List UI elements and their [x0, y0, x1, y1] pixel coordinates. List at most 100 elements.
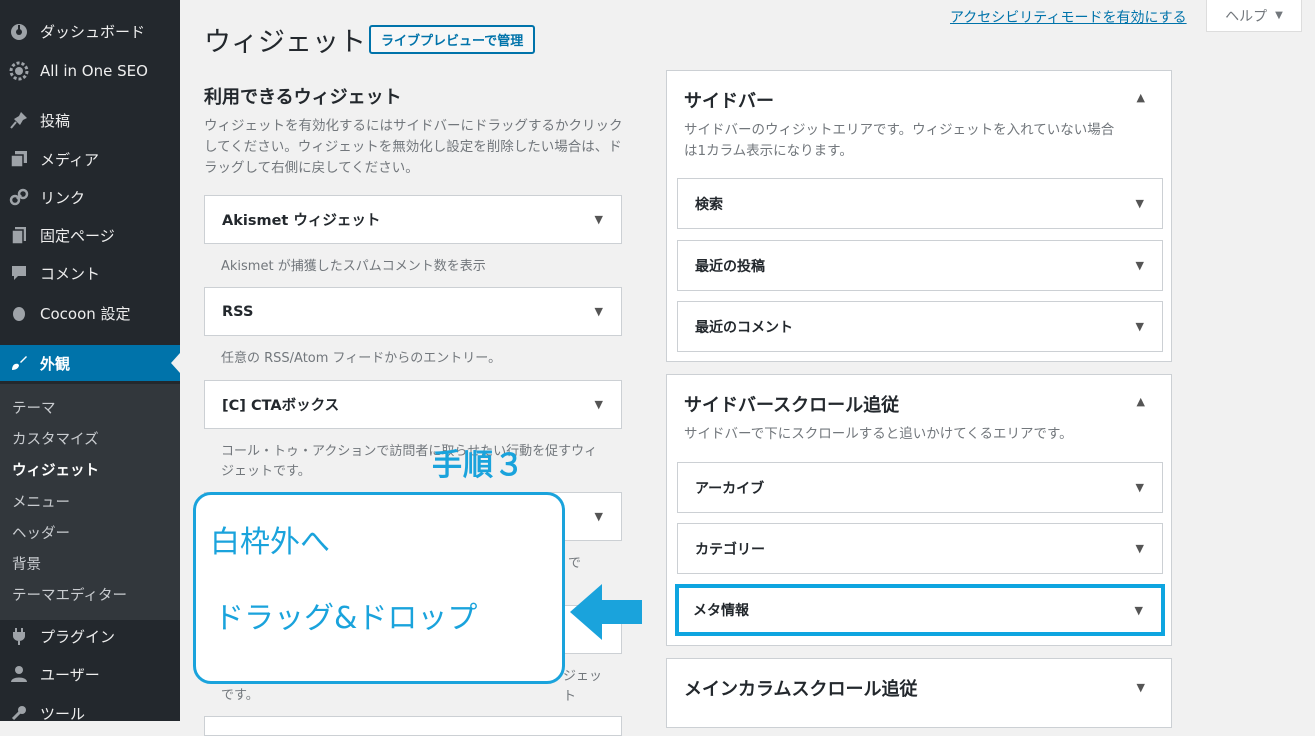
widget-area-sidebar: サイドバー ▲ サイドバーのウィジットエリアです。ウィジェットを入れていない場合… — [666, 70, 1172, 362]
sidebar-item-plugins[interactable]: プラグイン — [0, 618, 180, 654]
available-widgets-description: ウィジェットを有効化するにはサイドバーにドラッグするかクリックしてください。ウィ… — [204, 118, 623, 176]
widget-area-main-scroll: メインカラムスクロール追従 ▼ — [666, 658, 1172, 728]
page-title: ウィジェット — [204, 27, 366, 58]
help-button[interactable]: ヘルプ ▼ — [1206, 0, 1302, 32]
sidebar-item-tools[interactable]: ツール — [0, 695, 180, 731]
media-icon — [9, 149, 29, 169]
plugin-icon — [9, 626, 29, 646]
sidebar-item-label: 投稿 — [40, 111, 71, 130]
step-annotation: 手順３ — [432, 448, 525, 483]
caret-down-icon[interactable]: ▼ — [1136, 197, 1144, 210]
widget-recent-comments[interactable]: 最近のコメント ▼ — [677, 301, 1163, 352]
widget-name: 最近のコメント — [695, 319, 793, 336]
instruction-callout: 白枠外へ ドラッグ&ドロップ — [193, 492, 565, 684]
widget-search[interactable]: 検索 ▼ — [677, 178, 1163, 229]
sidebar-item-label: 固定ページ — [40, 226, 115, 245]
widget-cta-box[interactable]: [C] CTAボックス ▼ — [204, 380, 622, 429]
circle-icon — [9, 303, 29, 323]
widget-name: [C] CTAボックス — [222, 398, 340, 414]
sidebar-item-all-in-one-seo[interactable]: All in One SEO — [0, 53, 180, 89]
callout-line-1: 白枠外へ — [210, 525, 330, 560]
sidebar-item-label: コメント — [40, 264, 101, 283]
widget-categories[interactable]: カテゴリー ▼ — [677, 523, 1163, 574]
widget-name: 検索 — [695, 196, 723, 213]
submenu-item-themes[interactable]: テーマ — [12, 397, 56, 418]
widget-description: 任意の RSS/Atom フィードからのエントリー。 — [221, 351, 502, 366]
widget-recent-posts[interactable]: 最近の投稿 ▼ — [677, 240, 1163, 291]
dashboard-icon — [9, 21, 29, 41]
gear-icon — [9, 61, 29, 81]
caret-down-icon[interactable]: ▼ — [595, 305, 603, 318]
widget-description: で — [568, 556, 582, 571]
widget-name: 最近の投稿 — [695, 258, 765, 275]
caret-down-icon[interactable]: ▼ — [1136, 542, 1144, 555]
caret-down-icon[interactable]: ▼ — [1137, 681, 1145, 694]
brush-icon — [9, 353, 29, 373]
sidebar-item-label: メディア — [40, 150, 99, 169]
caret-down-icon[interactable]: ▼ — [595, 510, 603, 523]
widget-name: RSS — [222, 303, 254, 320]
widget-rss[interactable]: RSS ▼ — [204, 287, 622, 336]
widget-name: アーカイブ — [695, 480, 765, 497]
widget-description: です。 — [221, 688, 259, 703]
caret-down-icon[interactable]: ▼ — [1136, 481, 1144, 494]
caret-down-icon[interactable]: ▼ — [1135, 604, 1143, 617]
sidebar-item-posts[interactable]: 投稿 — [0, 102, 180, 138]
available-widgets-title: 利用できるウィジェット — [204, 87, 402, 108]
submenu-item-header[interactable]: ヘッダー — [12, 522, 70, 543]
sidebar-item-label: 外観 — [40, 354, 71, 373]
widget-meta[interactable]: メタ情報 ▼ — [675, 584, 1165, 636]
caret-down-icon[interactable]: ▼ — [1136, 320, 1144, 333]
sidebar-item-label: All in One SEO — [40, 62, 148, 80]
sidebar-item-pages[interactable]: 固定ページ — [0, 217, 180, 253]
caret-down-icon[interactable]: ▼ — [595, 398, 603, 411]
help-label: ヘルプ — [1225, 8, 1268, 25]
sidebar-item-label: Cocoon 設定 — [40, 304, 131, 323]
page-icon — [9, 225, 29, 245]
submenu-item-background[interactable]: 背景 — [12, 553, 41, 574]
widget-area-sidebar-scroll: サイドバースクロール追従 ▲ サイドバーで下にスクロールすると追いかけてくるエリ… — [666, 374, 1172, 646]
sidebar-item-dashboard[interactable]: ダッシュボード — [0, 13, 180, 49]
sidebar-item-media[interactable]: メディア — [0, 141, 180, 177]
area-title: メインカラムスクロール追従 — [684, 679, 918, 700]
callout-line-2: ドラッグ&ドロップ — [214, 601, 478, 636]
sidebar-item-label: プラグイン — [40, 627, 116, 646]
appearance-submenu: テーマ カスタマイズ ウィジェット メニュー ヘッダー 背景 テーマエディター — [0, 384, 180, 620]
widget-description: コール・トゥ・アクションで訪問者に取らせたい行動を促すウィジェットです。 — [221, 444, 598, 479]
sidebar-item-users[interactable]: ユーザー — [0, 656, 180, 692]
area-description: サイドバーで下にスクロールすると追いかけてくるエリアです。 — [684, 426, 1073, 442]
caret-up-icon[interactable]: ▲ — [1137, 91, 1145, 104]
accessibility-mode-link[interactable]: アクセシビリティモードを有効にする — [950, 7, 1187, 27]
arrow-left-icon — [570, 584, 642, 640]
live-preview-button[interactable]: ライブプレビューで管理 — [369, 25, 536, 54]
sidebar-item-comments[interactable]: コメント — [0, 255, 180, 291]
area-description: サイドバーのウィジットエリアです。ウィジェットを入れていない場合は1カラム表示に… — [684, 122, 1115, 159]
admin-sidebar: ダッシュボード All in One SEO 投稿 メディア リンク 固定ページ — [0, 0, 180, 723]
link-icon — [9, 187, 29, 207]
sidebar-item-label: ダッシュボード — [40, 22, 146, 41]
sidebar-item-label: ツール — [40, 704, 86, 723]
widget-box[interactable] — [204, 716, 622, 736]
caret-down-icon[interactable]: ▼ — [1136, 259, 1144, 272]
widget-akismet[interactable]: Akismet ウィジェット ▼ — [204, 195, 622, 244]
sidebar-item-label: リンク — [40, 188, 86, 207]
submenu-item-menus[interactable]: メニュー — [12, 491, 70, 512]
submenu-item-customize[interactable]: カスタマイズ — [12, 428, 99, 449]
caret-down-icon: ▼ — [1275, 10, 1283, 21]
widget-archive[interactable]: アーカイブ ▼ — [677, 462, 1163, 513]
sidebar-item-links[interactable]: リンク — [0, 179, 180, 215]
area-title: サイドバースクロール追従 — [684, 395, 900, 416]
comment-icon — [9, 263, 29, 283]
widget-name: Akismet ウィジェット — [222, 213, 381, 229]
wrench-icon — [9, 703, 29, 723]
widget-name: メタ情報 — [693, 603, 749, 619]
submenu-item-widgets[interactable]: ウィジェット — [12, 459, 99, 480]
caret-up-icon[interactable]: ▲ — [1137, 395, 1145, 408]
sidebar-item-label: ユーザー — [40, 665, 100, 684]
area-title: サイドバー — [684, 91, 774, 112]
sidebar-item-appearance[interactable]: 外観 — [0, 345, 180, 381]
caret-down-icon[interactable]: ▼ — [595, 213, 603, 226]
sidebar-item-cocoon[interactable]: Cocoon 設定 — [0, 295, 180, 331]
submenu-item-theme-editor[interactable]: テーマエディター — [12, 584, 127, 605]
widget-description: Akismet が捕獲したスパムコメント数を表示 — [221, 259, 486, 274]
